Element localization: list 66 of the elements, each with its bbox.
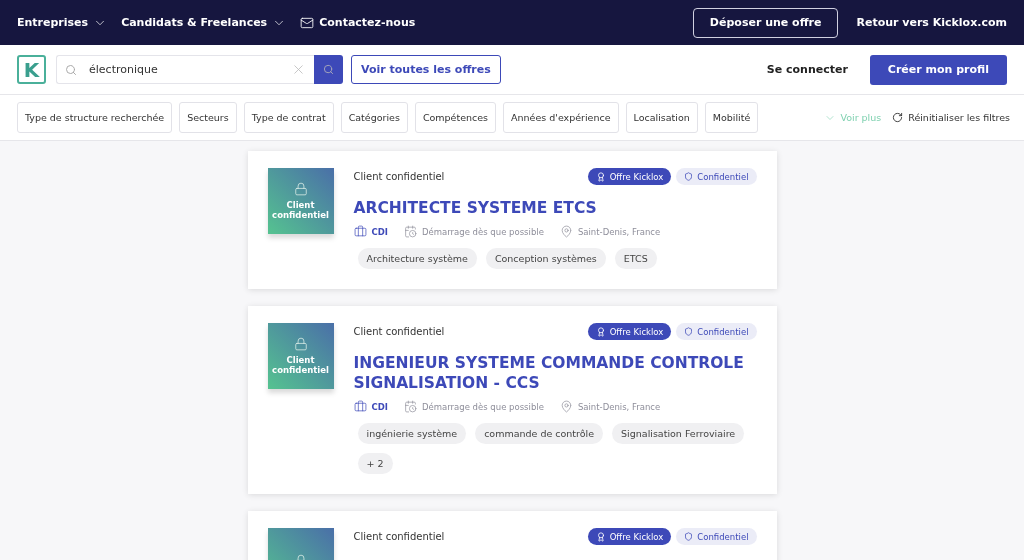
- filter-button[interactable]: Type de structure recherchée: [17, 102, 173, 133]
- all-offers-button[interactable]: Voir toutes les offres: [351, 55, 501, 84]
- skill-tag: Signalisation Ferroviaire: [612, 423, 745, 444]
- job-location: Saint-Denis, France: [559, 400, 661, 413]
- calendar-icon: [403, 400, 417, 413]
- briefcase-icon: [353, 400, 367, 413]
- skill-tag: + 2: [357, 453, 393, 474]
- lock-icon: [293, 336, 308, 351]
- reset-filters-link[interactable]: Réinitialiser les filtres: [892, 112, 1010, 123]
- login-link[interactable]: Se connecter: [766, 63, 848, 76]
- reset-icon: [892, 112, 904, 123]
- nav-link[interactable]: Contactez-nous: [300, 15, 416, 30]
- mail-icon: [300, 15, 315, 30]
- shield-icon: [684, 172, 694, 181]
- lock-icon: [293, 181, 308, 196]
- award-icon: [595, 171, 606, 182]
- pin-icon: [559, 225, 573, 238]
- search-field[interactable]: électronique: [56, 55, 314, 84]
- skill-tag: ETCS: [614, 248, 657, 269]
- nav-link[interactable]: Candidats & Freelances: [121, 15, 287, 30]
- offer-badge: Offre Kicklox: [587, 323, 672, 340]
- contract-type: CDI: [353, 400, 388, 413]
- offer-badge: Offre Kicklox: [587, 528, 672, 545]
- job-card[interactable]: Client confidentiel Offre Kicklox Confidentiel: [247, 511, 777, 560]
- skill-tag: commande de contrôle: [475, 423, 604, 444]
- logo-text: Client confidentiel: [271, 199, 330, 221]
- job-card[interactable]: Client confidentiel Client confidentiel Offre Kicklox Confidentiel ARCHITECTE SYSTEME ETCS CDI Démarrage dès que possible Saint-Denis, France Architecture système Conception systèmes ETCS: [247, 151, 777, 289]
- skill-tag: Conception systèmes: [485, 248, 606, 269]
- filter-button[interactable]: Localisation: [625, 102, 698, 133]
- filter-button[interactable]: Années d'expérience: [503, 102, 619, 133]
- job-title[interactable]: INGENIEUR SYSTEME COMMANDE CONTROLE SIGNALISATION - CCS: [353, 353, 757, 393]
- filter-button[interactable]: Compétences: [414, 102, 497, 133]
- job-card[interactable]: [247, 306, 777, 494]
- logo-text: Client confidentiel: [271, 354, 330, 376]
- award-icon: [595, 326, 606, 337]
- offer-badge: Confidentiel: [676, 528, 757, 545]
- filter-button[interactable]: Secteurs: [179, 102, 237, 133]
- filter-button[interactable]: Mobilité: [704, 102, 759, 133]
- search-icon: [323, 64, 334, 75]
- company-name: Client confidentiel: [353, 326, 445, 337]
- job-location: Saint-Denis, France: [559, 225, 661, 238]
- clear-icon: [291, 62, 306, 77]
- pin-icon: [559, 400, 573, 413]
- job-title[interactable]: ARCHITECTE SYSTEME ETCS: [353, 198, 757, 218]
- skill-tag: Architecture système: [357, 248, 477, 269]
- signup-button[interactable]: Créer mon profil: [869, 54, 1007, 85]
- filter-button[interactable]: Type de contrat: [243, 102, 334, 133]
- skill-tag: ingénierie système: [357, 423, 467, 444]
- search-icon: [65, 63, 77, 76]
- company-name: Client confidentiel: [353, 531, 445, 542]
- offer-badge: Confidentiel: [676, 168, 757, 185]
- offer-badge: Confidentiel: [676, 323, 757, 340]
- award-icon: [595, 531, 606, 542]
- shield-icon: [684, 532, 694, 541]
- start-date: Démarrage dès que possible: [403, 225, 544, 238]
- start-date: Démarrage dès que possible: [403, 400, 544, 413]
- briefcase-icon: [353, 225, 367, 238]
- company-name: Client confidentiel: [353, 171, 445, 182]
- contract-type: CDI: [353, 225, 388, 238]
- offer-badge: Offre Kicklox: [587, 168, 672, 185]
- calendar-icon: [403, 225, 417, 238]
- post-offer-button[interactable]: Déposer une offre: [692, 7, 839, 38]
- filter-button[interactable]: Catégories: [340, 102, 408, 133]
- shield-icon: [684, 327, 694, 336]
- nav-link[interactable]: Entreprises: [17, 15, 108, 30]
- back-link[interactable]: Retour vers Kicklox.com: [856, 16, 1007, 29]
